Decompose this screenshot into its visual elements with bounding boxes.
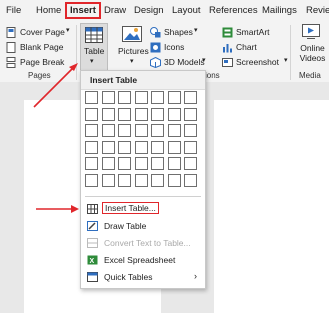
grid-cell[interactable] <box>85 91 98 104</box>
grid-cell[interactable] <box>85 157 98 170</box>
grid-cell[interactable] <box>101 107 115 121</box>
grid-cell[interactable] <box>184 107 197 121</box>
insert-table-label: Insert Table... <box>102 202 159 214</box>
grid-cell[interactable] <box>167 91 181 104</box>
grid-cell[interactable] <box>134 91 148 104</box>
grid-cell[interactable] <box>85 140 98 154</box>
dropdown-menu-list: Insert Table... Draw Table Convert Text … <box>80 201 204 287</box>
grid-cell[interactable] <box>134 107 148 121</box>
grid-cell[interactable] <box>184 140 197 154</box>
grid-cell[interactable] <box>118 140 131 154</box>
grid-cell[interactable] <box>101 124 115 137</box>
quick-tables-icon <box>87 272 98 282</box>
grid-cell[interactable] <box>184 124 197 137</box>
grid-cell[interactable] <box>101 140 115 154</box>
chevron-right-icon: › <box>194 271 197 281</box>
draw-table-label: Draw Table <box>104 221 147 231</box>
grid-cell[interactable] <box>118 173 131 187</box>
convert-text-icon <box>87 238 98 248</box>
grid-cell[interactable] <box>151 107 164 121</box>
svg-text:X: X <box>90 258 95 265</box>
excel-spreadsheet-label: Excel Spreadsheet <box>104 255 176 265</box>
grid-cell[interactable] <box>151 140 164 154</box>
grid-cell[interactable] <box>85 173 98 187</box>
grid-cell[interactable] <box>134 140 148 154</box>
arrow-to-table-icon <box>33 66 75 108</box>
draw-table-menu-item[interactable]: Draw Table <box>80 218 204 235</box>
dropdown-title: Insert Table <box>90 75 138 85</box>
grid-cell[interactable] <box>134 173 148 187</box>
grid-cell[interactable] <box>118 107 131 121</box>
excel-icon: X <box>87 255 98 265</box>
insert-table-menu-item[interactable]: Insert Table... <box>80 201 204 218</box>
grid-cell[interactable] <box>118 124 131 137</box>
grid-cell[interactable] <box>118 157 131 170</box>
quick-tables-menu-item[interactable]: Quick Tables › <box>80 269 204 286</box>
grid-cell[interactable] <box>167 140 181 154</box>
grid-cell[interactable] <box>151 173 164 187</box>
dropdown-header: Insert Table <box>81 71 205 90</box>
grid-cell[interactable] <box>167 107 181 121</box>
grid-cell[interactable] <box>167 173 181 187</box>
grid-cell[interactable] <box>101 157 115 170</box>
quick-tables-label: Quick Tables <box>104 272 153 282</box>
grid-cell[interactable] <box>151 157 164 170</box>
grid-cell[interactable] <box>184 91 197 104</box>
grid-cell[interactable] <box>167 157 181 170</box>
grid-cell[interactable] <box>101 91 115 104</box>
grid-cell[interactable] <box>101 173 115 187</box>
grid-cell[interactable] <box>134 124 148 137</box>
convert-text-label: Convert Text to Table... <box>104 238 191 248</box>
grid-cell[interactable] <box>118 91 131 104</box>
excel-spreadsheet-menu-item[interactable]: X Excel Spreadsheet <box>80 252 204 269</box>
grid-cell[interactable] <box>151 124 164 137</box>
grid-cell[interactable] <box>151 91 164 104</box>
convert-text-menu-item: Convert Text to Table... <box>80 235 204 252</box>
grid-cell[interactable] <box>167 124 181 137</box>
grid-cell[interactable] <box>134 157 148 170</box>
grid-cell[interactable] <box>184 173 197 187</box>
grid-cell[interactable] <box>85 107 98 121</box>
grid-cell[interactable] <box>184 157 197 170</box>
menu-divider <box>85 196 201 197</box>
insert-table-icon <box>87 204 98 214</box>
grid-cell[interactable] <box>85 124 98 137</box>
draw-table-icon <box>87 221 98 231</box>
